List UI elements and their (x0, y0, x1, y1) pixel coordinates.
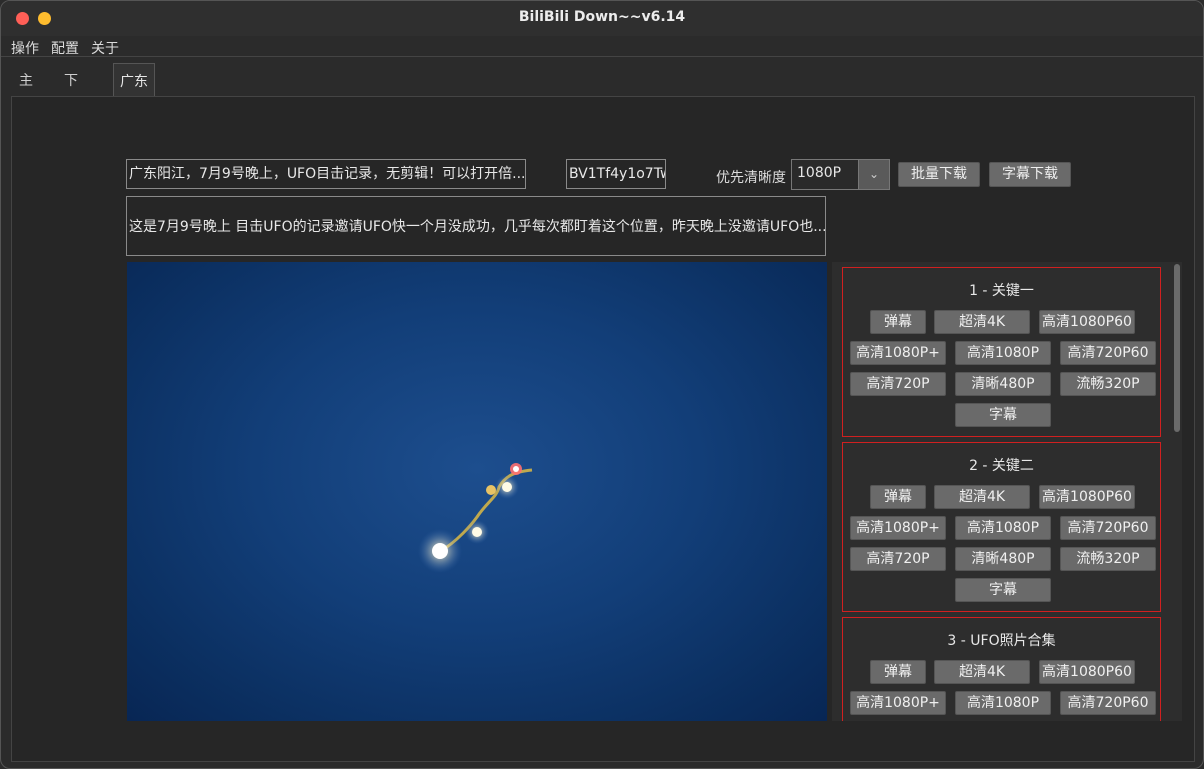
parts-list[interactable]: 1 - 关键一 弹幕 超清4K 高清1080P60 高清1080P+ 高清108… (832, 262, 1182, 721)
video-title-field[interactable]: 广东阳江，7月9号晚上，UFO目击记录，无剪辑！可以打开倍... (126, 159, 526, 189)
ufo-night-sky-image (418, 463, 533, 573)
tab-home[interactable]: 主页 (13, 63, 39, 125)
bvid-field[interactable]: BV1Tf4y1o7Tw (566, 159, 666, 189)
quality-1080p60-button[interactable]: 高清1080P60 (1039, 485, 1135, 509)
video-thumbnail (127, 262, 827, 721)
quality-720p-button[interactable]: 高清720P (850, 547, 946, 571)
part-card-1: 1 - 关键一 弹幕 超清4K 高清1080P60 高清1080P+ 高清108… (842, 267, 1161, 437)
quality-4k-button[interactable]: 超清4K (934, 310, 1030, 334)
subtitle-download-button[interactable]: 字幕下载 (989, 162, 1071, 187)
quality-4k-button[interactable]: 超清4K (934, 660, 1030, 684)
quality-1080p-button[interactable]: 高清1080P (955, 341, 1051, 365)
quality-1080p-button[interactable]: 高清1080P (955, 691, 1051, 715)
quality-1080p-button[interactable]: 高清1080P (955, 516, 1051, 540)
quality-1080p60-button[interactable]: 高清1080P60 (1039, 660, 1135, 684)
quality-1080pplus-button[interactable]: 高清1080P+ (850, 691, 946, 715)
quality-320p-button[interactable]: 流畅320P (1060, 547, 1156, 571)
quality-selected: 1080P (797, 165, 842, 181)
danmaku-button[interactable]: 弹幕 (870, 310, 926, 334)
menu-bar: 操作 配置 关于 (1, 36, 1203, 57)
batch-download-button[interactable]: 批量下载 (898, 162, 980, 187)
quality-480p-button[interactable]: 清晰480P (955, 547, 1051, 571)
window-title: BiliBili Down~~v6.14 (518, 9, 686, 25)
quality-720p60-button[interactable]: 高清720P60 (1060, 341, 1156, 365)
video-detail-panel: 广东阳江，7月9号晚上，UFO目击记录，无剪辑！可以打开倍... BV1Tf4y… (11, 96, 1195, 762)
menu-config[interactable]: 配置 (51, 38, 79, 58)
quality-label: 优先清晰度 (716, 170, 786, 186)
quality-320p-button[interactable]: 流畅320P (1060, 372, 1156, 396)
menu-operate[interactable]: 操作 (11, 38, 39, 58)
part-title: 3 - UFO照片合集 (947, 633, 1056, 649)
quality-1080pplus-button[interactable]: 高清1080P+ (850, 341, 946, 365)
scrollbar[interactable] (1174, 264, 1180, 432)
app-window: BiliBili Down~~v6.14 操作 配置 关于 主页 下载页 广东阳… (0, 0, 1204, 769)
chevron-down-icon[interactable]: ⌄ (858, 160, 889, 189)
danmaku-button[interactable]: 弹幕 (870, 485, 926, 509)
part-title: 1 - 关键一 (969, 283, 1034, 299)
tab-downloads[interactable]: 下载页 (58, 63, 84, 161)
tab-video-detail[interactable]: 广东阳江，7月9号... (113, 63, 155, 270)
menu-about[interactable]: 关于 (91, 38, 119, 58)
part-card-2: 2 - 关键二 弹幕 超清4K 高清1080P60 高清1080P+ 高清108… (842, 442, 1161, 612)
quality-720p-button[interactable]: 高清720P (850, 372, 946, 396)
part-title: 2 - 关键二 (969, 458, 1034, 474)
quality-select[interactable]: 1080P ⌄ (791, 159, 890, 190)
subtitle-button[interactable]: 字幕 (955, 403, 1051, 427)
part-card-3: 3 - UFO照片合集 弹幕 超清4K 高清1080P60 高清1080P+ 高… (842, 617, 1161, 721)
quality-1080pplus-button[interactable]: 高清1080P+ (850, 516, 946, 540)
video-description[interactable]: 这是7月9号晚上 目击UFO的记录邀请UFO快一个月没成功，几乎每次都盯着这个位… (126, 196, 826, 256)
quality-720p60-button[interactable]: 高清720P60 (1060, 691, 1156, 715)
quality-480p-button[interactable]: 清晰480P (955, 372, 1051, 396)
danmaku-button[interactable]: 弹幕 (870, 660, 926, 684)
quality-4k-button[interactable]: 超清4K (934, 485, 1030, 509)
title-bar[interactable]: BiliBili Down~~v6.14 (1, 1, 1203, 36)
quality-1080p60-button[interactable]: 高清1080P60 (1039, 310, 1135, 334)
quality-720p60-button[interactable]: 高清720P60 (1060, 516, 1156, 540)
subtitle-button[interactable]: 字幕 (955, 578, 1051, 602)
